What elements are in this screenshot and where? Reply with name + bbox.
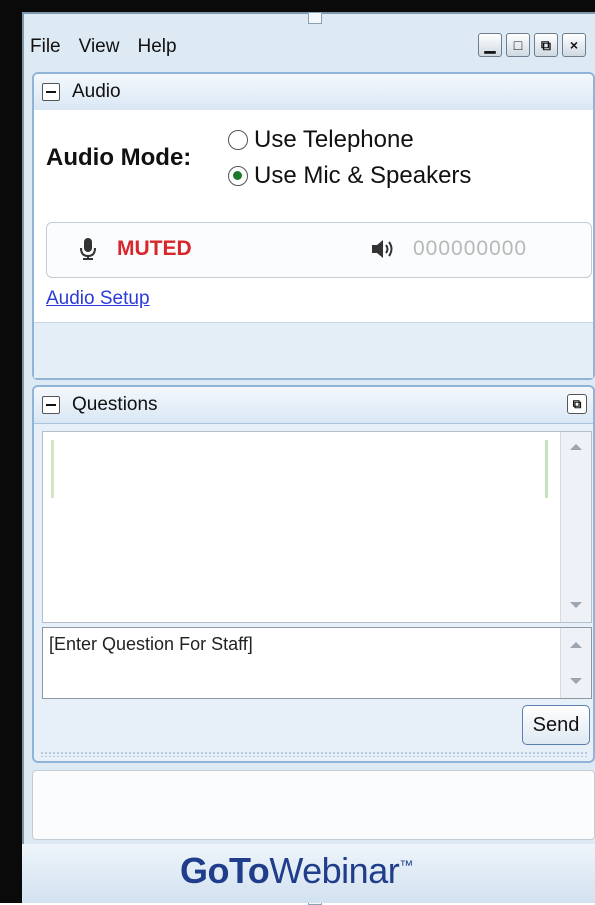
questions-panel: Questions ⧉ [Enter Question For Staff] S… <box>32 385 595 763</box>
scroll-up-icon[interactable] <box>570 642 582 648</box>
audio-panel: Audio Audio Mode: Use Telephone Use Mic … <box>32 72 595 380</box>
status-area <box>32 770 595 840</box>
radio-use-mic-speakers[interactable]: Use Mic & Speakers <box>228 162 471 190</box>
scroll-down-icon[interactable] <box>570 602 582 608</box>
audio-panel-body: Audio Mode: Use Telephone Use Mic & Spea… <box>34 110 593 378</box>
send-button[interactable]: Send <box>522 705 590 745</box>
audio-panel-footer <box>34 323 593 378</box>
log-marker <box>545 440 548 498</box>
resize-grip-top[interactable] <box>308 12 322 24</box>
menu-help[interactable]: Help <box>137 36 176 58</box>
collapse-audio-icon[interactable] <box>42 83 60 101</box>
minimize-icon: ▁ <box>484 37 496 53</box>
speaker-icon[interactable] <box>370 237 396 261</box>
brand-bold: GoTo <box>180 850 270 891</box>
maximize-icon: □ <box>513 37 523 53</box>
collapse-questions-icon[interactable] <box>42 396 60 414</box>
audio-panel-title: Audio <box>72 81 121 102</box>
close-icon: × <box>569 37 579 53</box>
restore-icon: ⧉ <box>541 37 551 53</box>
question-input[interactable]: [Enter Question For Staff] <box>42 627 592 699</box>
scroll-up-icon[interactable] <box>570 444 582 450</box>
questions-panel-title: Questions <box>72 394 158 415</box>
questions-log[interactable] <box>42 431 592 623</box>
microphone-icon[interactable] <box>79 237 97 261</box>
log-marker <box>51 440 54 498</box>
brand-trademark: ™ <box>399 857 413 873</box>
restore-button[interactable]: ⧉ <box>534 33 558 57</box>
question-input-placeholder: [Enter Question For Staff] <box>49 634 253 654</box>
maximize-button[interactable]: □ <box>506 33 530 57</box>
questions-panel-header[interactable]: Questions ⧉ <box>34 387 593 424</box>
question-input-scrollbar[interactable] <box>560 628 591 698</box>
speaker-level-meter: 000000000 <box>413 237 528 260</box>
audio-mode-label: Audio Mode: <box>46 144 192 171</box>
screen-edge-left <box>0 0 22 903</box>
mic-muted-status: MUTED <box>117 237 192 260</box>
menu-view[interactable]: View <box>79 36 120 58</box>
popout-icon[interactable]: ⧉ <box>567 394 587 414</box>
scroll-down-icon[interactable] <box>570 678 582 684</box>
questions-log-scrollbar[interactable] <box>560 432 591 622</box>
gotowebinar-logo: GoToWebinar™ <box>180 850 413 892</box>
resize-dotted-handle[interactable] <box>40 751 587 757</box>
brand-rest: Webinar <box>269 850 400 891</box>
radio-telephone-label: Use Telephone <box>254 126 414 153</box>
radio-unchecked-icon[interactable] <box>228 130 248 150</box>
menu-file[interactable]: File <box>30 36 61 58</box>
radio-checked-icon[interactable] <box>228 166 248 186</box>
audio-status-box: MUTED 000000000 <box>46 222 592 278</box>
radio-mic-label: Use Mic & Speakers <box>254 162 472 189</box>
audio-panel-header[interactable]: Audio <box>34 74 593 111</box>
window-controls: ▁ □ ⧉ × <box>478 33 586 57</box>
close-button[interactable]: × <box>562 33 586 57</box>
minimize-button[interactable]: ▁ <box>478 33 502 57</box>
radio-use-telephone[interactable]: Use Telephone <box>228 126 414 154</box>
audio-setup-link[interactable]: Audio Setup <box>46 288 150 310</box>
